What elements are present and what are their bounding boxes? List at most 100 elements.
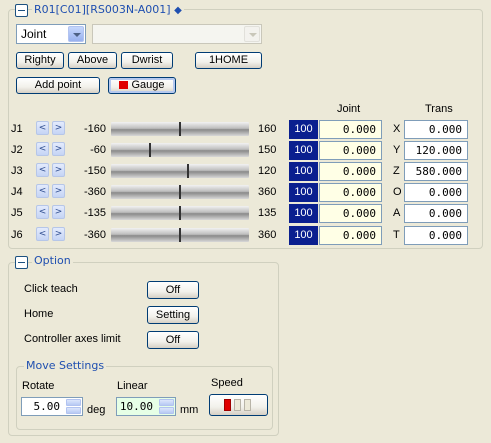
joint-slider[interactable] bbox=[111, 228, 249, 242]
joint-value[interactable]: 0.000 bbox=[319, 120, 382, 139]
click-teach-button[interactable]: Off bbox=[147, 281, 199, 299]
speed-level-segment bbox=[224, 399, 231, 411]
add-point-button[interactable]: Add point bbox=[16, 77, 100, 94]
chevron-left-icon[interactable]: < bbox=[36, 227, 49, 241]
joint-slider-thumb[interactable] bbox=[179, 185, 181, 199]
trans-value[interactable]: 120.000 bbox=[404, 141, 468, 160]
joint-slider[interactable] bbox=[111, 122, 249, 136]
righty-button[interactable]: Righty bbox=[16, 52, 64, 69]
joint-min: -360 bbox=[83, 229, 106, 241]
chevron-left-icon[interactable]: < bbox=[36, 163, 49, 177]
trans-axis-label: T bbox=[393, 229, 400, 241]
trans-axis-label: O bbox=[393, 186, 402, 198]
joint-slider-thumb[interactable] bbox=[179, 122, 181, 136]
linear-stepper[interactable]: 10.00 bbox=[116, 397, 176, 416]
chevron-left-icon[interactable]: < bbox=[36, 142, 49, 156]
joint-min: -150 bbox=[83, 165, 106, 177]
trans-axis-label: Y bbox=[393, 144, 401, 156]
trans-value[interactable]: 0.000 bbox=[404, 120, 468, 139]
chevron-down-icon[interactable] bbox=[68, 26, 84, 42]
controller-axes-limit-label: Controller axes limit bbox=[24, 333, 121, 345]
chevron-right-icon[interactable]: > bbox=[52, 205, 65, 219]
trans-value[interactable]: 0.000 bbox=[404, 204, 468, 223]
rotate-unit: deg bbox=[87, 404, 106, 416]
home-button[interactable]: 1HOME bbox=[195, 52, 262, 69]
move-settings-title: Move Settings bbox=[24, 359, 107, 372]
chevron-left-icon[interactable]: < bbox=[36, 184, 49, 198]
trans-value[interactable]: 0.000 bbox=[404, 183, 468, 202]
joint-slider[interactable] bbox=[111, 185, 249, 199]
linear-label: Linear bbox=[117, 380, 148, 392]
speed-label: Speed bbox=[211, 377, 243, 389]
joint-slider[interactable] bbox=[111, 164, 249, 178]
joint-speed-percent: 100 bbox=[289, 141, 318, 160]
gauge-indicator-icon bbox=[119, 81, 129, 89]
chevron-right-icon[interactable]: > bbox=[52, 121, 65, 135]
above-button[interactable]: Above bbox=[68, 52, 117, 69]
joint-slider-thumb[interactable] bbox=[149, 143, 151, 157]
home-label: Home bbox=[24, 308, 54, 320]
joint-slider[interactable] bbox=[111, 206, 249, 220]
joint-label: J2 bbox=[11, 144, 23, 156]
joint-min: -60 bbox=[90, 144, 106, 156]
joint-max: 360 bbox=[258, 186, 277, 198]
speed-level-segment bbox=[244, 399, 251, 411]
dwrist-button[interactable]: Dwrist bbox=[121, 52, 173, 69]
linear-value: 10.00 bbox=[119, 400, 153, 413]
joint-value[interactable]: 0.000 bbox=[319, 226, 382, 245]
option-title: Option bbox=[32, 254, 73, 267]
joint-speed-percent: 100 bbox=[289, 204, 318, 223]
chevron-left-icon[interactable]: < bbox=[36, 121, 49, 135]
secondary-select[interactable] bbox=[92, 24, 262, 44]
joint-label: J1 bbox=[11, 123, 23, 135]
joint-label: J6 bbox=[11, 229, 23, 241]
chevron-right-icon[interactable]: > bbox=[52, 163, 65, 177]
joint-max: 120 bbox=[258, 165, 277, 177]
click-teach-label: Click teach bbox=[24, 283, 78, 295]
option-collapse-button[interactable] bbox=[15, 256, 28, 269]
joint-speed-percent: 100 bbox=[289, 120, 318, 139]
rotate-value: 5.00 bbox=[33, 400, 61, 413]
rotate-stepper[interactable]: 5.00 bbox=[21, 397, 83, 416]
rotate-label: Rotate bbox=[22, 380, 55, 392]
joint-max: 150 bbox=[258, 144, 277, 156]
robot-id-text: R01[C01][RS003N-A001] bbox=[34, 3, 171, 16]
mode-select[interactable]: Joint bbox=[16, 24, 86, 44]
joint-label: J3 bbox=[11, 165, 23, 177]
speed-level-segment bbox=[234, 399, 241, 411]
diamond-icon: ◆ bbox=[174, 5, 182, 16]
robot-group-collapse-button[interactable] bbox=[15, 4, 28, 17]
chevron-right-icon[interactable]: > bbox=[52, 227, 65, 241]
joint-column-header: Joint bbox=[337, 103, 361, 115]
trans-value[interactable]: 580.000 bbox=[404, 162, 468, 181]
trans-column-header: Trans bbox=[425, 103, 453, 115]
joint-value[interactable]: 0.000 bbox=[319, 204, 382, 223]
joint-speed-percent: 100 bbox=[289, 183, 318, 202]
joint-slider[interactable] bbox=[111, 143, 249, 157]
trans-axis-label: Z bbox=[393, 165, 400, 177]
speed-level-indicator bbox=[224, 399, 256, 411]
joint-slider-thumb[interactable] bbox=[179, 228, 181, 242]
chevron-right-icon[interactable]: > bbox=[52, 142, 65, 156]
joint-value[interactable]: 0.000 bbox=[319, 141, 382, 160]
home-setting-button[interactable]: Setting bbox=[147, 306, 199, 324]
joint-max: 135 bbox=[258, 207, 277, 219]
joint-max: 360 bbox=[258, 229, 277, 241]
joint-slider-thumb[interactable] bbox=[187, 164, 189, 178]
joint-value[interactable]: 0.000 bbox=[319, 162, 382, 181]
trans-axis-label: X bbox=[393, 123, 401, 135]
controller-axes-limit-button[interactable]: Off bbox=[147, 331, 199, 349]
chevron-down-icon[interactable] bbox=[244, 26, 260, 42]
linear-updown[interactable] bbox=[159, 399, 174, 414]
trans-value[interactable]: 0.000 bbox=[404, 226, 468, 245]
linear-unit: mm bbox=[180, 404, 199, 416]
gauge-button[interactable]: Gauge bbox=[108, 77, 176, 94]
chevron-left-icon[interactable]: < bbox=[36, 205, 49, 219]
chevron-right-icon[interactable]: > bbox=[52, 184, 65, 198]
speed-button[interactable] bbox=[209, 394, 268, 416]
joint-value[interactable]: 0.000 bbox=[319, 183, 382, 202]
joint-slider-thumb[interactable] bbox=[179, 206, 181, 220]
joint-label: J4 bbox=[11, 186, 23, 198]
rotate-updown[interactable] bbox=[66, 399, 81, 414]
joint-speed-percent: 100 bbox=[289, 226, 318, 245]
